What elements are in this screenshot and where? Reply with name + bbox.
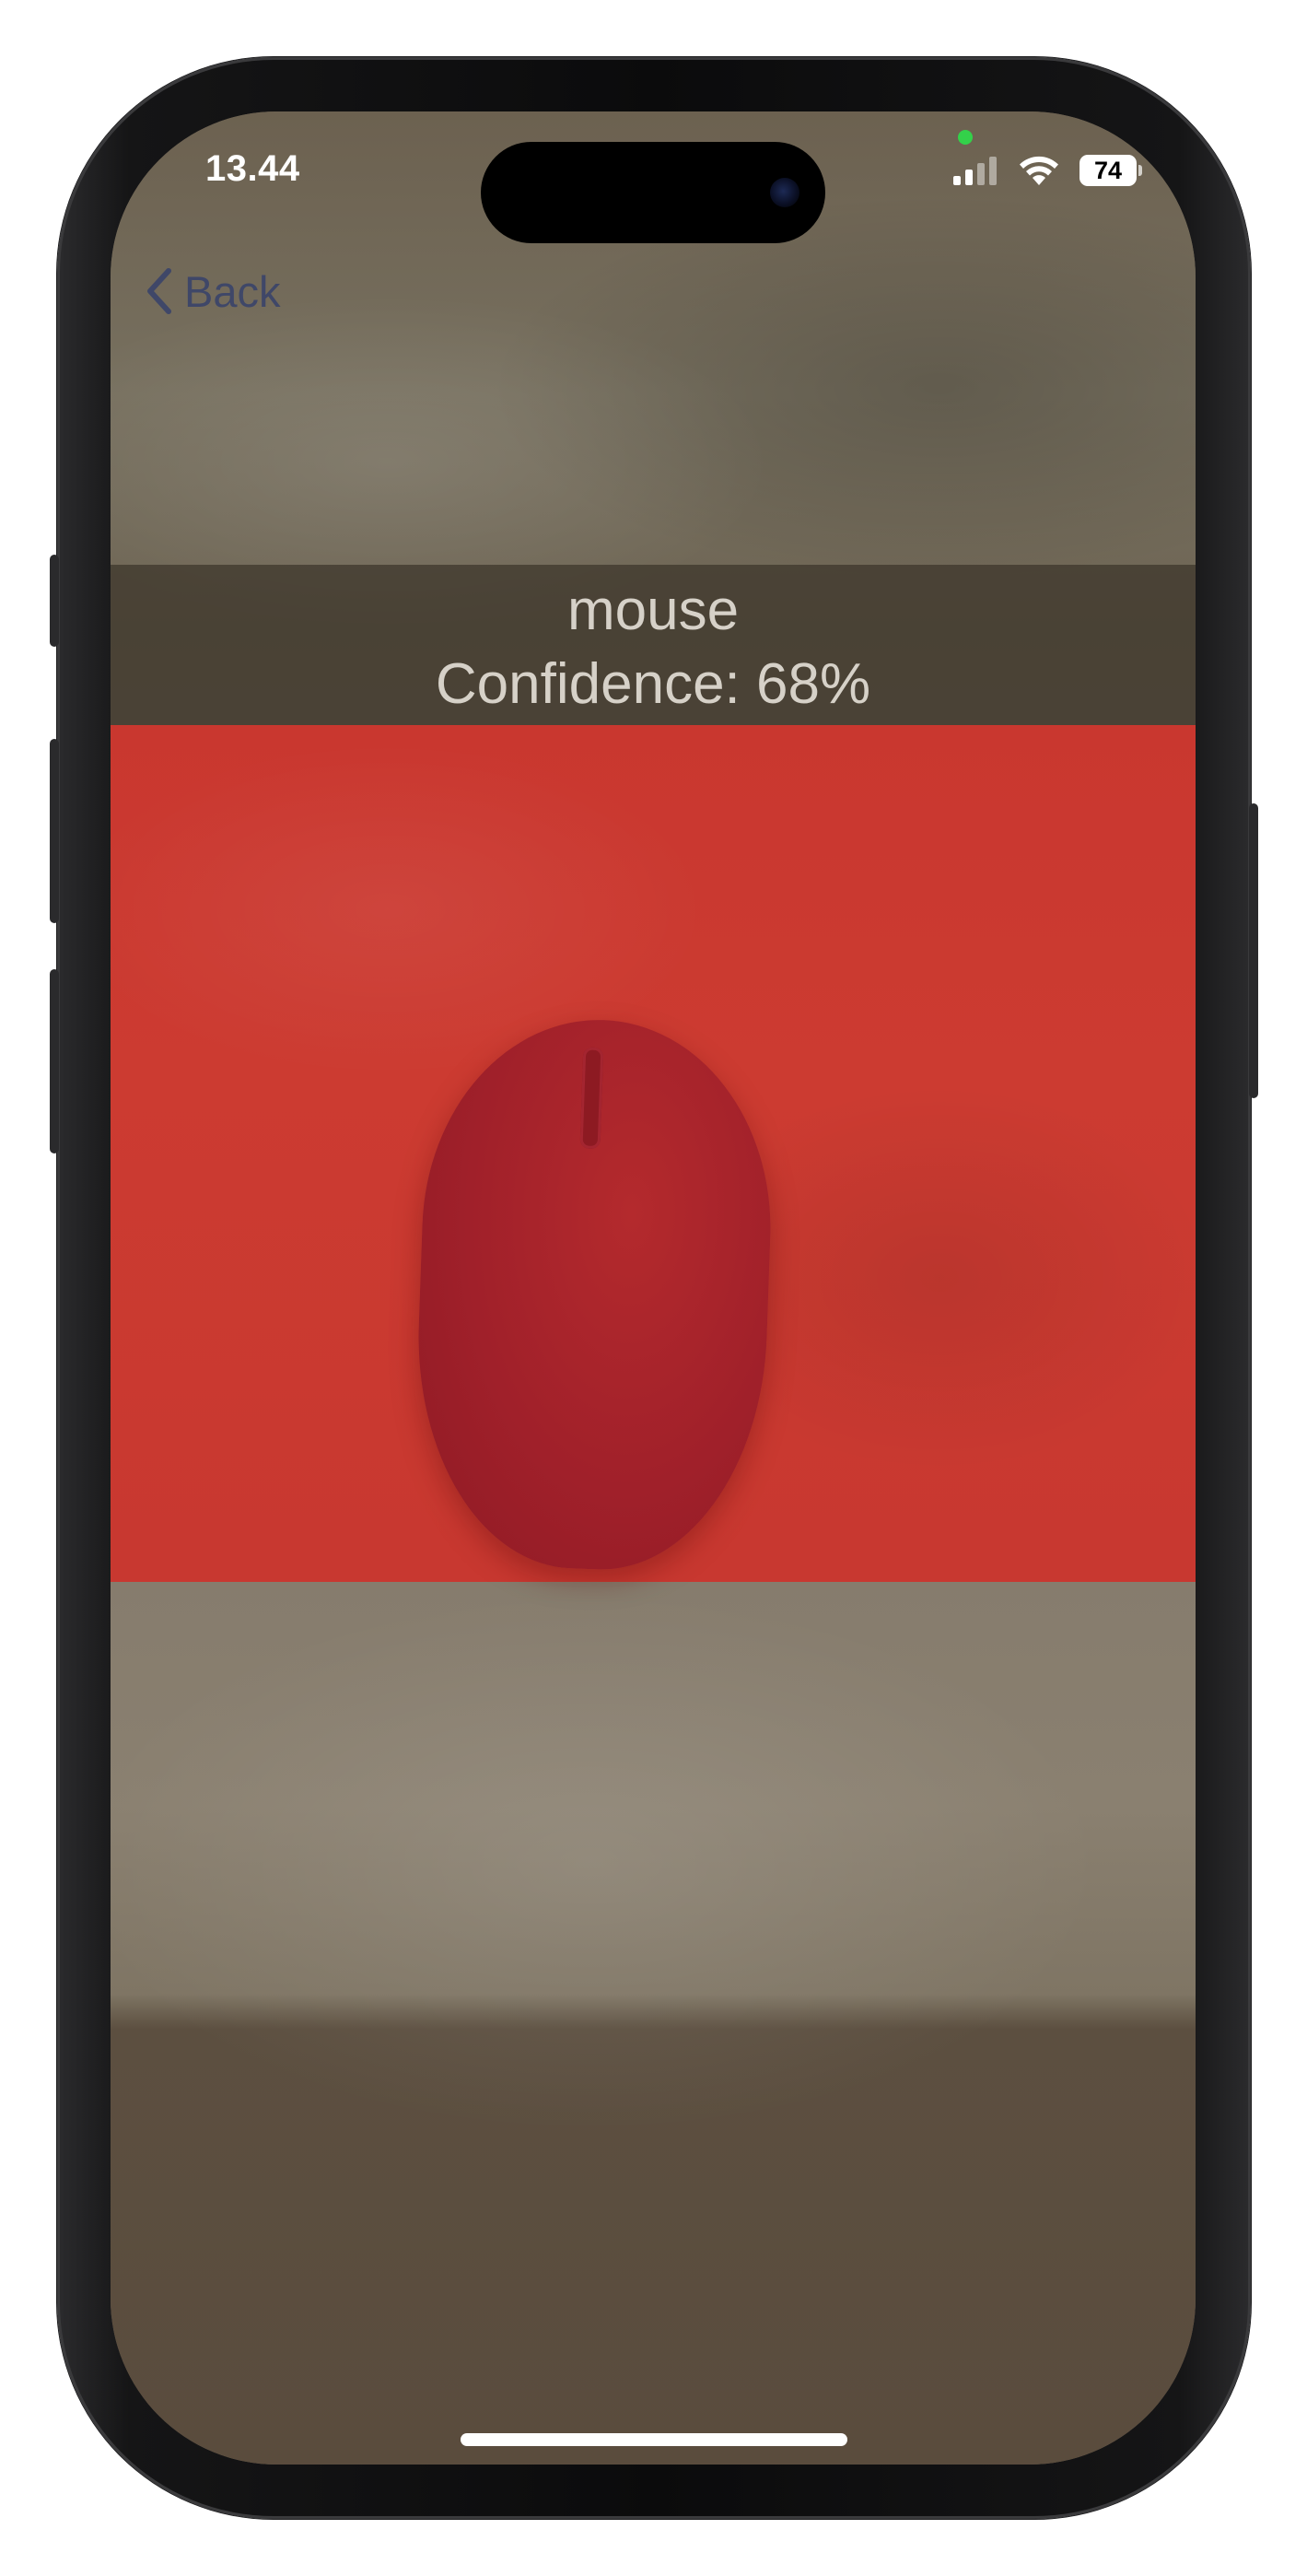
status-bar: 13.44 74 xyxy=(111,111,1196,243)
dynamic-island xyxy=(481,142,825,243)
confidence-text: Confidence: 68% xyxy=(435,652,871,716)
front-camera-icon xyxy=(770,178,799,207)
detection-bounding-box xyxy=(111,725,1196,1582)
app-screen: mouse Confidence: 68% 13.44 74 Back xyxy=(111,111,1196,2465)
volume-up-button xyxy=(50,739,59,923)
back-button-label: Back xyxy=(184,266,281,316)
camera-in-use-indicator xyxy=(958,130,973,145)
action-button xyxy=(50,555,59,647)
signal-bar xyxy=(953,176,961,185)
signal-bar xyxy=(965,170,973,185)
back-button[interactable]: Back xyxy=(146,259,281,323)
detection-label-banner: mouse Confidence: 68% xyxy=(111,565,1196,725)
signal-bar xyxy=(977,163,985,185)
detected-object-mouse xyxy=(410,1013,778,1575)
volume-down-button xyxy=(50,969,59,1153)
power-button xyxy=(1249,803,1258,1098)
signal-bar xyxy=(989,157,997,185)
status-time: 13.44 xyxy=(205,148,300,189)
chevron-left-icon xyxy=(146,267,173,315)
wifi-icon xyxy=(1018,154,1060,187)
mouse-scroll-wheel xyxy=(579,1047,604,1150)
home-indicator[interactable] xyxy=(461,2433,847,2446)
battery-icon: 74 xyxy=(1079,155,1142,186)
cellular-signal-icon xyxy=(953,156,999,185)
detection-label: mouse xyxy=(566,579,740,642)
